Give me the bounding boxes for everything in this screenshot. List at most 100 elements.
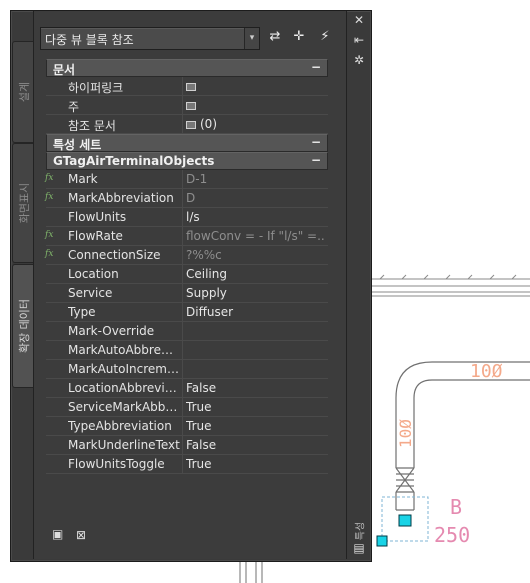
property-row[interactable]: Service Supply	[46, 284, 328, 303]
property-name: MarkAbbreviation	[68, 191, 174, 205]
column-divider	[182, 322, 183, 340]
property-row[interactable]: MarkUnderlineText False	[46, 436, 328, 455]
property-value-text: l/s	[186, 210, 200, 224]
table-icon[interactable]	[186, 101, 196, 110]
chevron-down-icon[interactable]: ▾	[244, 28, 259, 49]
grip-point[interactable]	[376, 535, 388, 547]
column-divider	[182, 436, 183, 454]
property-row[interactable]: MarkAutoIncrement	[46, 360, 328, 379]
table-icon[interactable]	[186, 120, 196, 129]
duct-size-label-horizontal: 10Ø	[470, 361, 503, 382]
property-name: MarkAutoIncrement	[68, 362, 180, 376]
property-row[interactable]: fx MarkAbbreviation D	[45, 189, 328, 208]
property-grid: 문서 − 하이퍼링크 주 참조 문서 (0) 특성 세트 − GTagAirTerminalOb…	[45, 59, 328, 474]
property-row[interactable]: 하이퍼링크	[46, 77, 328, 96]
select-objects-icon[interactable]: ✛	[290, 28, 308, 46]
property-name: 주	[68, 100, 80, 114]
formula-icon: fx	[45, 230, 54, 240]
tab-design[interactable]: 설계	[12, 41, 34, 143]
table-icon[interactable]	[186, 82, 196, 91]
object-type-dropdown[interactable]: 다중 뷰 블록 참조 ▾	[40, 27, 260, 50]
column-divider	[182, 398, 183, 416]
property-value-text: D-1	[186, 172, 208, 186]
property-value[interactable]: ?%%c	[186, 248, 326, 262]
duct-size-label-vertical: 10Ø	[396, 419, 415, 448]
column-divider	[182, 265, 183, 283]
property-value[interactable]	[186, 79, 326, 93]
property-row[interactable]: 참조 문서 (0)	[46, 115, 328, 134]
property-value[interactable]: Supply	[186, 286, 326, 300]
property-row[interactable]: MarkAutoAbbreviation	[46, 341, 328, 360]
formula-icon: fx	[45, 192, 54, 202]
pipe-lines	[239, 560, 263, 583]
property-row[interactable]: LocationAbbreviation False	[46, 379, 328, 398]
duct-elbow[interactable]	[395, 361, 530, 511]
formula-icon: fx	[45, 173, 54, 183]
property-value[interactable]: (0)	[186, 117, 326, 131]
property-value-text: True	[186, 457, 212, 471]
remove-property-set-icon[interactable]: ⊠	[76, 528, 90, 542]
property-value[interactable]: True	[186, 400, 326, 414]
property-value[interactable]: True	[186, 457, 326, 471]
property-row[interactable]: fx Mark D-1	[45, 170, 328, 189]
gear-icon[interactable]: ✲	[351, 53, 367, 67]
property-value-text: Ceiling	[186, 267, 227, 281]
property-name: LocationAbbreviation	[68, 381, 180, 395]
property-name: Mark	[68, 172, 98, 186]
property-value-text: True	[186, 419, 212, 433]
property-value-text: ?%%c	[186, 248, 222, 262]
property-value[interactable]: False	[186, 381, 326, 395]
property-value-text: (0)	[200, 117, 217, 131]
property-name: MarkUnderlineText	[68, 438, 180, 452]
collapse-icon[interactable]: −	[311, 60, 321, 74]
diffuser-tag-value: 250	[434, 523, 470, 547]
category-header[interactable]: 특성 세트 −	[46, 134, 328, 152]
property-value[interactable]: Diffuser	[186, 305, 326, 319]
property-value[interactable]: True	[186, 419, 326, 433]
column-divider	[182, 360, 183, 378]
palette-toolbar: 다중 뷰 블록 참조 ▾ ⇄ ✛ ⚡	[40, 25, 344, 51]
toggle-pickadd-icon[interactable]: ⇄	[266, 28, 284, 46]
diffuser-symbol[interactable]	[398, 514, 412, 527]
close-icon[interactable]: ✕	[351, 13, 367, 27]
property-row[interactable]: ServiceMarkAbbreviation True	[46, 398, 328, 417]
property-value[interactable]: D-1	[186, 172, 326, 186]
property-name: Mark-Override	[68, 324, 155, 338]
property-row[interactable]: FlowUnitsToggle True	[46, 455, 328, 474]
collapse-icon[interactable]: −	[311, 135, 321, 149]
property-value[interactable]	[186, 98, 326, 112]
property-value-text: Supply	[186, 286, 227, 300]
property-value-text: Diffuser	[186, 305, 234, 319]
property-row[interactable]: Location Ceiling	[46, 265, 328, 284]
tab-display[interactable]: 화면표시	[12, 143, 34, 263]
tab-extended-data[interactable]: 확장 데이터	[12, 264, 34, 388]
property-value-text: True	[186, 400, 212, 414]
property-row[interactable]: 주	[46, 96, 328, 115]
column-divider	[182, 115, 183, 133]
property-value[interactable]: Ceiling	[186, 267, 326, 281]
property-value[interactable]: flowConv = - If "l/s" =...	[186, 229, 326, 243]
add-property-set-icon[interactable]: ▣	[52, 527, 66, 541]
quick-select-icon[interactable]: ⚡	[316, 28, 334, 46]
property-value-text: D	[186, 191, 196, 205]
property-name: ConnectionSize	[68, 248, 161, 262]
property-name: FlowUnitsToggle	[68, 457, 165, 471]
property-row[interactable]: fx ConnectionSize ?%%c	[45, 246, 328, 265]
property-row[interactable]: TypeAbbreviation True	[46, 417, 328, 436]
category-label: 특성 세트	[53, 138, 102, 152]
property-value[interactable]: l/s	[186, 210, 326, 224]
category-header[interactable]: GTagAirTerminalObjects −	[46, 152, 328, 170]
column-divider	[182, 341, 183, 359]
property-row[interactable]: fx FlowRate flowConv = - If "l/s" =...	[45, 227, 328, 246]
auto-hide-icon[interactable]: ⇤	[351, 33, 367, 47]
collapse-icon[interactable]: −	[311, 153, 321, 167]
property-row[interactable]: Type Diffuser	[46, 303, 328, 322]
palette-menu-icon[interactable]: ▤	[351, 541, 367, 555]
property-value[interactable]: D	[186, 191, 326, 205]
property-row[interactable]: FlowUnits l/s	[46, 208, 328, 227]
column-divider	[182, 77, 183, 95]
column-divider	[182, 284, 183, 302]
property-row[interactable]: Mark-Override	[46, 322, 328, 341]
category-header[interactable]: 문서 −	[46, 59, 328, 77]
property-value[interactable]: False	[186, 438, 326, 452]
